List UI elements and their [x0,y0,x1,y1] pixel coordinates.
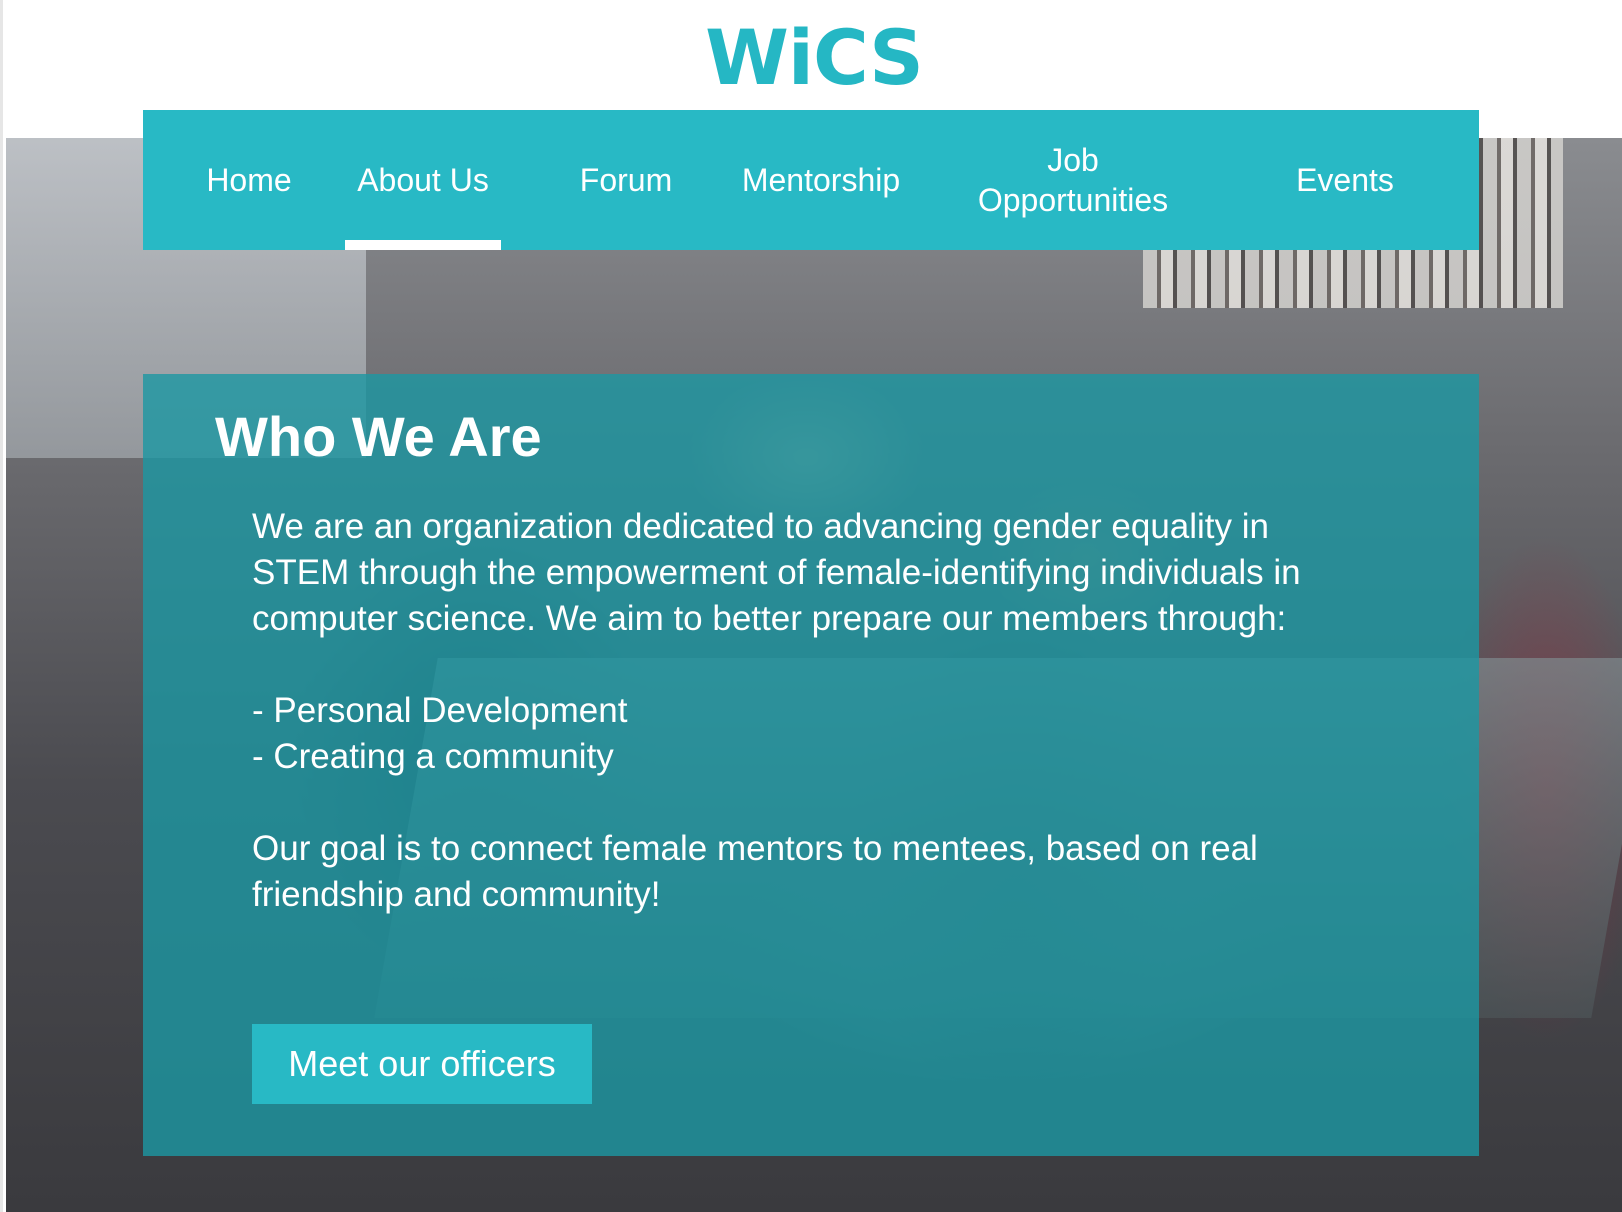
who-we-are-body: We are an organization dedicated to adva… [252,504,1372,918]
goal-paragraph: Our goal is to connect female mentors to… [252,829,1258,914]
nav-forum[interactable]: Forum [571,110,681,250]
who-we-are-heading: Who We Are [215,405,542,468]
main-nav: Home About Us Forum Mentorship Job Oppor… [143,110,1479,250]
nav-about-us[interactable]: About Us [345,110,501,250]
nav-events[interactable]: Events [1285,110,1405,250]
nav-job-opportunities[interactable]: Job Opportunities [973,110,1173,250]
nav-home[interactable]: Home [199,110,299,250]
list-item-creating-community: - Creating a community [252,737,614,776]
intro-paragraph: We are an organization dedicated to adva… [252,507,1301,638]
page: WiCS Home About Us Forum Mentorship Job … [0,0,1622,1212]
wics-logo[interactable]: WiCS [3,18,1622,98]
who-we-are-panel: Who We Are We are an organization dedica… [143,374,1479,1156]
meet-our-officers-button[interactable]: Meet our officers [252,1024,592,1104]
nav-mentorship[interactable]: Mentorship [735,110,907,250]
list-item-personal-development: - Personal Development [252,691,628,730]
